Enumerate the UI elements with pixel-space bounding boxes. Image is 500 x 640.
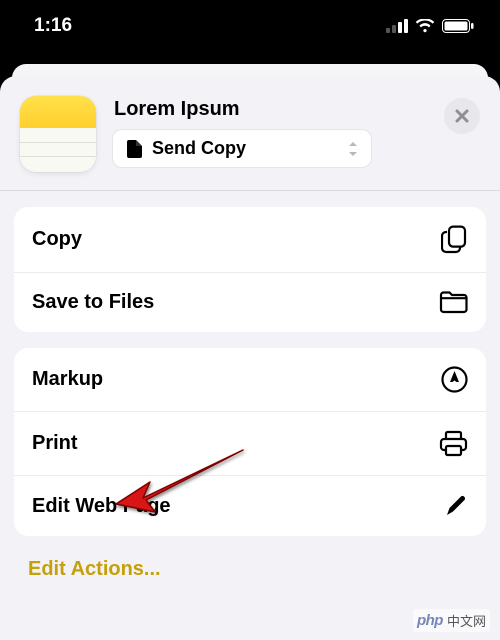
edit-actions-link[interactable]: Edit Actions... — [0, 536, 500, 603]
action-save-to-files[interactable]: Save to Files — [14, 273, 486, 332]
markup-icon — [441, 366, 468, 393]
action-section-2: Markup Print Edit Web Page — [14, 348, 486, 536]
action-section-1: Copy Save to Files — [14, 207, 486, 332]
watermark-text: 中文网 — [447, 611, 486, 630]
battery-icon — [442, 19, 474, 33]
action-edit-web-page[interactable]: Edit Web Page — [14, 476, 486, 536]
action-label: Print — [32, 432, 78, 455]
notes-app-icon — [20, 96, 96, 172]
action-print[interactable]: Print — [14, 412, 486, 475]
watermark-logo: php — [417, 612, 443, 629]
sheet-header: Lorem Ipsum Send Copy — [0, 76, 500, 191]
document-icon — [127, 140, 142, 158]
clock: 1:16 — [34, 15, 72, 37]
cellular-icon — [386, 19, 408, 33]
printer-icon — [439, 430, 468, 457]
wifi-icon — [415, 19, 435, 33]
action-markup[interactable]: Markup — [14, 348, 486, 411]
copy-icon — [441, 225, 468, 254]
action-label: Copy — [32, 228, 82, 251]
action-label: Edit Web Page — [32, 495, 171, 518]
share-sheet: Lorem Ipsum Send Copy Copy Save to Files — [0, 76, 500, 640]
share-title: Lorem Ipsum — [114, 98, 434, 121]
send-copy-label: Send Copy — [152, 138, 246, 159]
action-label: Markup — [32, 368, 103, 391]
send-copy-selector[interactable]: Send Copy — [112, 129, 372, 168]
action-copy[interactable]: Copy — [14, 207, 486, 272]
close-icon — [454, 108, 470, 124]
folder-icon — [439, 291, 468, 314]
pencil-icon — [444, 494, 468, 518]
close-button[interactable] — [444, 98, 480, 134]
watermark: php 中文网 — [413, 609, 490, 632]
status-bar: 1:16 — [0, 0, 500, 56]
action-label: Save to Files — [32, 291, 154, 314]
status-indicators — [386, 19, 474, 33]
updown-chevron-icon — [347, 140, 359, 158]
